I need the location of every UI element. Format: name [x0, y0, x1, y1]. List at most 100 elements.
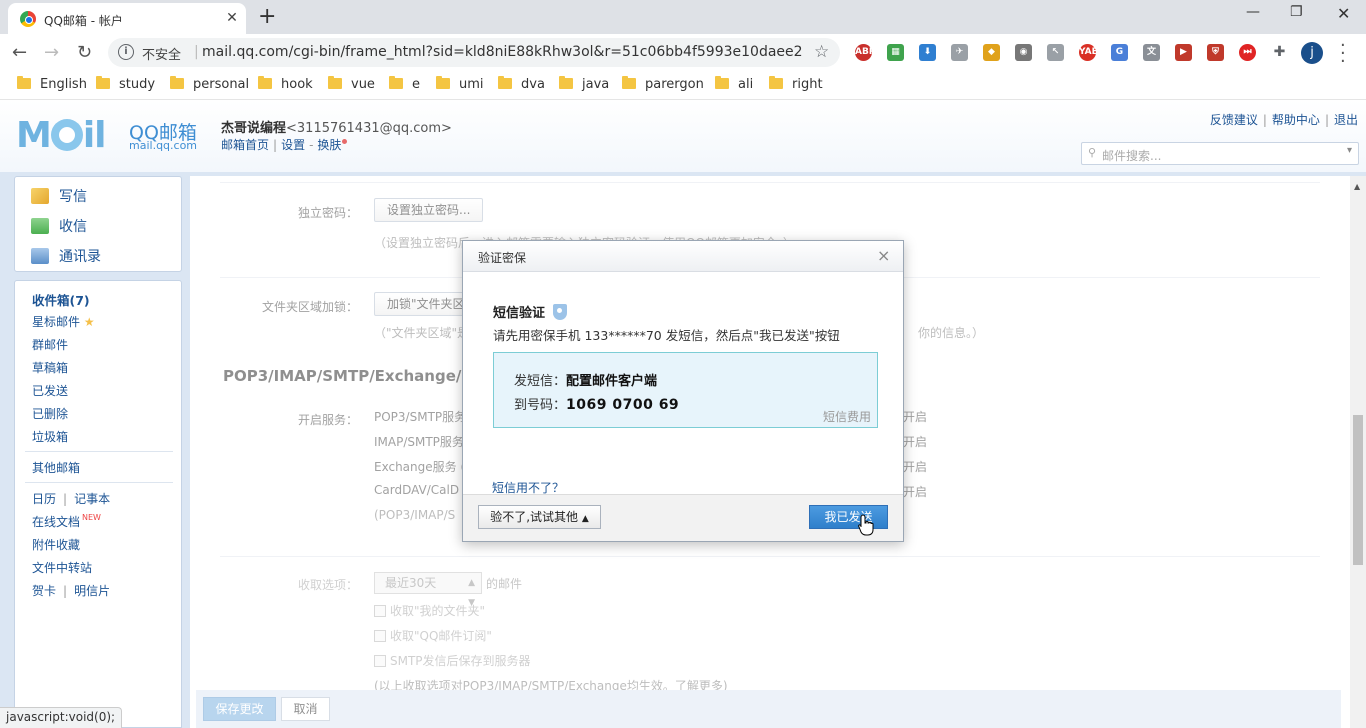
bookmark-folder[interactable]: right — [769, 76, 823, 92]
bookmark-folder[interactable]: e — [389, 76, 420, 92]
sidebar-item-group[interactable]: 群邮件 — [32, 336, 68, 353]
mail-home-link[interactable]: 邮箱首页 — [221, 138, 269, 152]
bookmark-folder[interactable]: hook — [258, 76, 313, 92]
skin-link[interactable]: 换肤 — [317, 138, 341, 152]
mail-logo-icon[interactable]: Mil — [16, 115, 107, 156]
sidebar-divider — [25, 482, 173, 483]
logout-link[interactable]: 退出 — [1334, 113, 1358, 127]
sidebar-item-inbox[interactable]: 收件箱(7) — [32, 290, 90, 309]
bookmark-folder[interactable]: English — [17, 76, 87, 92]
browser-tab[interactable]: QQ邮箱 - 帐户 ✕ — [8, 3, 246, 34]
site-info-icon[interactable]: i — [118, 44, 134, 60]
sidebar-item-cards: 贺卡 | 明信片 — [32, 582, 110, 599]
browser-menu-icon[interactable]: · · · — [1340, 37, 1346, 71]
sidebar-item-attachments[interactable]: 附件收藏 — [32, 536, 80, 553]
bookmark-label: umi — [459, 77, 484, 92]
folder-icon — [622, 76, 636, 89]
translate-extension-icon[interactable]: G — [1111, 44, 1128, 61]
forward-icon[interactable]: → — [44, 42, 59, 63]
feedback-link[interactable]: 反馈建议 — [1210, 113, 1258, 127]
sidebar-item-spam[interactable]: 垃圾箱 — [32, 428, 68, 445]
shield-icon — [553, 304, 568, 320]
sidebar-item-file-transfer[interactable]: 文件中转站 — [32, 559, 92, 576]
help-link[interactable]: 帮助中心 — [1272, 113, 1320, 127]
tab-close-icon[interactable]: ✕ — [224, 10, 240, 26]
calendar-link[interactable]: 日历 — [32, 492, 56, 506]
bookmark-folder[interactable]: java — [559, 76, 609, 92]
profile-avatar[interactable]: j — [1301, 42, 1323, 64]
minimize-icon[interactable]: — — [1246, 4, 1260, 20]
download-extension-icon[interactable]: ⬇ — [919, 44, 936, 61]
notes-link[interactable]: 记事本 — [74, 492, 110, 506]
chevron-down-icon[interactable]: ▾ — [1347, 145, 1352, 156]
extensions-puzzle-icon[interactable]: ✚ — [1271, 44, 1288, 61]
sidebar-item-drafts[interactable]: 草稿箱 — [32, 359, 68, 376]
media-extension-icon[interactable]: ⏭ — [1239, 44, 1256, 61]
top-links: 反馈建议 | 帮助中心 | 退出 — [1210, 111, 1358, 128]
browser-tab-strip: QQ邮箱 - 帐户 ✕ + — ❐ ✕ — [0, 0, 1366, 34]
address-bar[interactable]: i 不安全 | mail.qq.com/cgi-bin/frame_html?s… — [108, 38, 840, 67]
sms-fee-link[interactable]: 短信费用 — [823, 408, 871, 425]
new-tab-button[interactable]: + — [258, 4, 276, 29]
adblock-extension-icon[interactable]: ABP — [855, 44, 875, 61]
compose-button[interactable]: 写信 — [31, 186, 87, 206]
verify-dialog: 验证密保 × 短信验证 请先用密保手机 133******70 发短信，然后点"… — [462, 240, 904, 542]
bookmark-folder[interactable]: ali — [715, 76, 754, 92]
bird-extension-icon[interactable]: ✈ — [951, 44, 968, 61]
close-icon[interactable]: × — [877, 246, 890, 265]
link-separator: | — [63, 492, 68, 506]
settings-link[interactable]: 设置 — [281, 138, 305, 152]
bookmark-folder[interactable]: study — [96, 76, 155, 92]
security-extension-icon[interactable]: ⛨ — [1207, 44, 1224, 61]
folder-icon — [17, 76, 31, 89]
sidebar-item-online-docs[interactable]: 在线文档 NEW — [32, 513, 101, 530]
sidebar-divider — [25, 451, 173, 452]
sidebar-item-other-mail[interactable]: 其他邮箱 — [32, 459, 80, 476]
scroll-up-icon[interactable]: ▲ — [1354, 182, 1360, 191]
bookmark-folder[interactable]: vue — [328, 76, 375, 92]
yab-extension-icon[interactable]: YAB — [1079, 44, 1098, 61]
back-icon[interactable]: ← — [12, 42, 27, 63]
grid-extension-icon[interactable]: ▦ — [887, 44, 904, 61]
cards-link[interactable]: 贺卡 — [32, 584, 56, 598]
cursor-extension-icon[interactable]: ↖ — [1047, 44, 1064, 61]
receive-button[interactable]: 收信 — [31, 216, 87, 236]
video-extension-icon[interactable]: ▶ — [1175, 44, 1192, 61]
receive-inbox-icon — [31, 218, 49, 234]
insecure-label: 不安全 — [142, 48, 182, 63]
camera-extension-icon[interactable]: ◉ — [1015, 44, 1032, 61]
mail-search-input[interactable]: ⚲ 邮件搜索... ▾ — [1081, 142, 1359, 165]
bookmark-star-icon[interactable]: ☆ — [814, 42, 829, 62]
i-have-sent-button[interactable]: 我已发送 — [809, 505, 888, 529]
sidebar-item-sent[interactable]: 已发送 — [32, 382, 68, 399]
folder-icon — [170, 76, 184, 89]
bookmark-label: right — [792, 77, 823, 92]
link-separator: - — [309, 138, 314, 152]
window-close-icon[interactable]: ✕ — [1337, 4, 1350, 23]
reload-icon[interactable]: ↻ — [77, 42, 92, 63]
sidebar-item-starred[interactable]: 星标邮件 ★ — [32, 313, 95, 330]
tab-title: QQ邮箱 - 帐户 — [44, 14, 123, 28]
bookmark-folder[interactable]: personal — [170, 76, 249, 92]
shield-extension-icon[interactable]: ◆ — [983, 44, 1000, 61]
receive-label: 收信 — [59, 219, 87, 235]
bookmark-folder[interactable]: umi — [436, 76, 484, 92]
sidebar-item-deleted[interactable]: 已删除 — [32, 405, 68, 422]
dictionary-extension-icon[interactable]: 文 — [1143, 44, 1160, 61]
browser-toolbar: ← → ↻ i 不安全 | mail.qq.com/cgi-bin/frame_… — [0, 34, 1366, 71]
contacts-button[interactable]: 通讯录 — [31, 246, 101, 266]
postcards-link[interactable]: 明信片 — [74, 584, 110, 598]
url-text[interactable]: mail.qq.com/cgi-bin/frame_html?sid=kld8n… — [202, 44, 802, 60]
bookmark-folder[interactable]: parergon — [622, 76, 704, 92]
logo-domain: mail.qq.com — [129, 139, 198, 152]
content-scrollbar[interactable]: ▲ — [1350, 176, 1366, 728]
restore-icon[interactable]: ❐ — [1290, 4, 1303, 20]
link-separator: | — [273, 138, 278, 152]
bookmark-label: hook — [281, 77, 313, 92]
bookmark-label: ali — [738, 77, 754, 92]
caret-up-icon: ▲ — [581, 514, 589, 524]
sms-instructions: 请先用密保手机 133******70 发短信，然后点"我已发送"按钮 — [493, 328, 840, 343]
try-other-button[interactable]: 验不了,试试其他 ▲ — [478, 505, 601, 529]
scroll-thumb[interactable] — [1353, 415, 1363, 565]
bookmark-folder[interactable]: dva — [498, 76, 545, 92]
